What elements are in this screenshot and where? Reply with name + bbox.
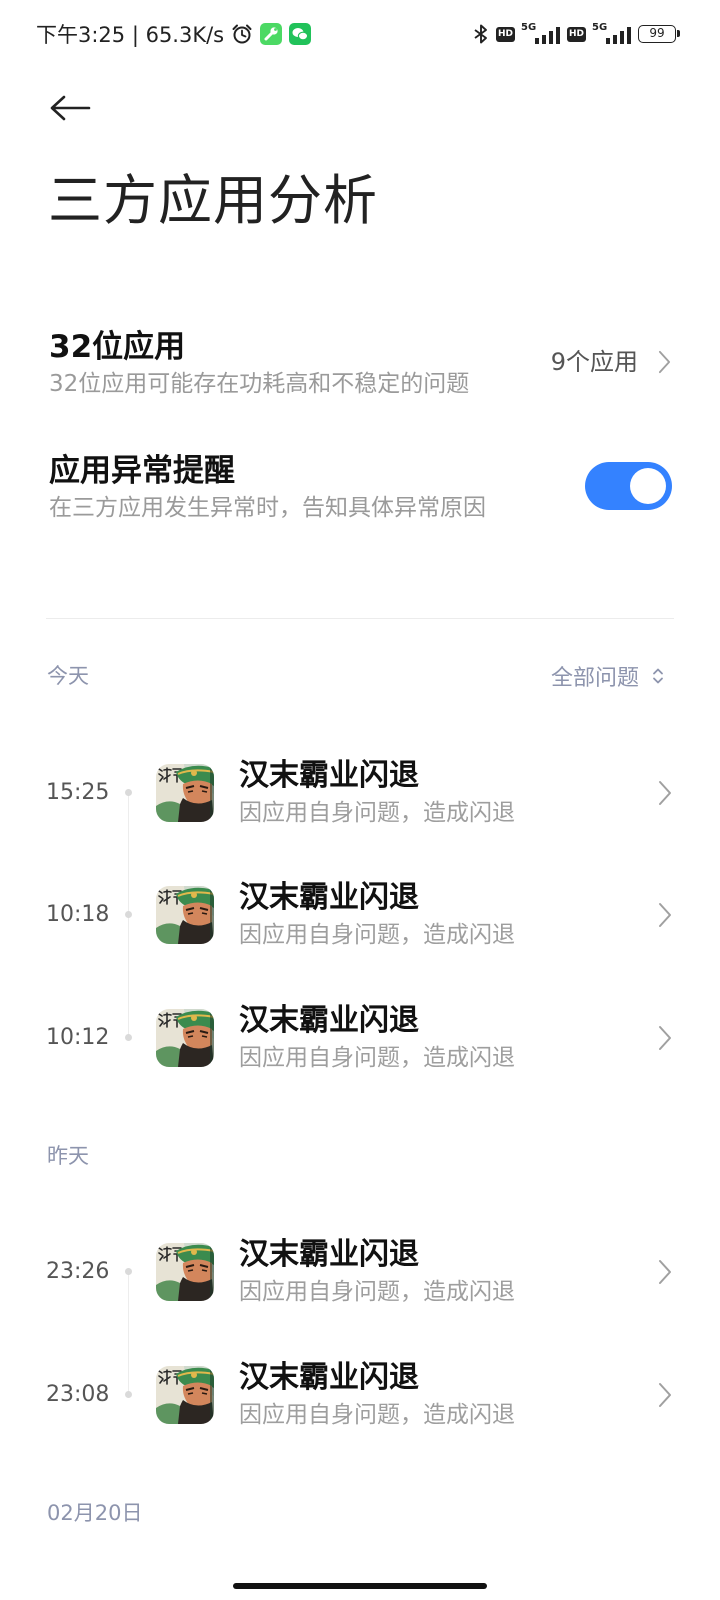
sort-updown-icon xyxy=(653,668,663,684)
page-title: 三方应用分析 xyxy=(48,169,378,232)
filter-label: 全部问题 xyxy=(551,666,640,691)
anomaly-alert-toggle[interactable] xyxy=(585,462,672,510)
crash-reason: 因应用自身问题，造成闪退 xyxy=(239,922,515,948)
crash-time: 10:18 xyxy=(46,902,110,927)
timeline-item[interactable]: 15:25 汉末霸业闪退 因应用自身问题，造成闪退 xyxy=(0,732,720,854)
app-icon-hanmo xyxy=(156,764,214,822)
toggle-knob xyxy=(630,468,666,504)
timeline-dot xyxy=(125,911,132,918)
setting-value: 9个应用 xyxy=(550,348,638,376)
battery-level: 99 xyxy=(649,26,665,40)
wechat-icon xyxy=(289,23,312,45)
setting-subtitle: 32位应用可能存在功耗高和不稳定的问题 xyxy=(49,371,470,397)
timeline-dot xyxy=(125,1268,132,1275)
network-type-sim2: 5G xyxy=(592,22,608,33)
status-right: HD 5G HD 5G 99 xyxy=(472,22,681,45)
app-icon-hanmo xyxy=(156,886,214,944)
timeline-dot xyxy=(125,789,132,796)
app-icon-hanmo xyxy=(156,1009,214,1067)
timeline-dot xyxy=(125,1391,132,1398)
home-indicator xyxy=(233,1583,487,1589)
issue-filter-dropdown[interactable]: 全部问题 xyxy=(551,661,664,691)
setting-32bit-apps[interactable]: 32位应用 32位应用可能存在功耗高和不稳定的问题 9个应用 xyxy=(0,318,720,418)
crash-title: 汉末霸业闪退 xyxy=(239,1360,419,1395)
crash-time: 10:12 xyxy=(46,1025,110,1050)
setting-title: 32位应用 xyxy=(49,329,186,365)
crash-time: 15:25 xyxy=(46,780,110,805)
chevron-right-icon xyxy=(658,1025,672,1051)
crash-title: 汉末霸业闪退 xyxy=(239,1237,419,1272)
crash-time: 23:08 xyxy=(46,1382,110,1407)
crash-title: 汉末霸业闪退 xyxy=(239,758,419,793)
timeline-dot xyxy=(125,1034,132,1041)
chevron-right-icon xyxy=(658,780,672,806)
chevron-right-icon xyxy=(658,1259,672,1285)
crash-reason: 因应用自身问题，造成闪退 xyxy=(239,800,515,826)
group-label-yesterday: 昨天 xyxy=(47,1144,89,1168)
signal-icon-sim2: 5G xyxy=(592,22,632,45)
crash-reason: 因应用自身问题，造成闪退 xyxy=(239,1279,515,1305)
arrow-left-icon[interactable] xyxy=(49,95,91,121)
alarm-icon xyxy=(232,24,252,44)
crash-time: 23:26 xyxy=(46,1259,110,1284)
signal-icon-sim1: 5G xyxy=(520,22,561,45)
chevron-right-icon xyxy=(658,1382,672,1408)
setting-title: 应用异常提醒 xyxy=(49,453,235,489)
timeline-item[interactable]: 10:18 汉末霸业闪退 因应用自身问题，造成闪退 xyxy=(0,854,720,976)
crash-reason: 因应用自身问题，造成闪退 xyxy=(239,1045,515,1071)
crash-title: 汉末霸业闪退 xyxy=(239,1003,419,1038)
hd-badge-sim1: HD xyxy=(495,26,515,42)
toolbox-app-icon xyxy=(260,23,283,45)
setting-subtitle: 在三方应用发生异常时，告知具体异常原因 xyxy=(49,495,486,521)
network-type-sim1: 5G xyxy=(520,22,537,33)
timeline-item[interactable]: 23:08 汉末霸业闪退 因应用自身问题，造成闪退 xyxy=(0,1334,720,1456)
crash-title: 汉末霸业闪退 xyxy=(239,880,419,915)
chevron-right-icon xyxy=(658,350,671,374)
hd-badge-sim2: HD xyxy=(566,26,586,42)
bluetooth-icon xyxy=(474,24,487,44)
timeline-item[interactable]: 23:26 汉末霸业闪退 因应用自身问题，造成闪退 xyxy=(0,1211,720,1333)
group-label-today: 今天 xyxy=(47,664,89,688)
status-left: 下午3:25 | 65.3K/s xyxy=(36,19,312,49)
group-label-date: 02月20日 xyxy=(47,1501,143,1525)
divider xyxy=(46,618,674,619)
setting-anomaly-alert: 应用异常提醒 在三方应用发生异常时，告知具体异常原因 xyxy=(0,440,720,540)
app-icon-hanmo xyxy=(156,1366,214,1424)
crash-reason: 因应用自身问题，造成闪退 xyxy=(239,1402,515,1428)
status-time-speed: 下午3:25 | 65.3K/s xyxy=(36,23,225,47)
battery-icon: 99 xyxy=(638,25,680,43)
chevron-right-icon xyxy=(658,902,672,928)
status-bar: 下午3:25 | 65.3K/s HD 5G HD 5G 99 xyxy=(36,16,681,52)
timeline-item[interactable]: 10:12 汉末霸业闪退 因应用自身问题，造成闪退 xyxy=(0,977,720,1099)
app-icon-hanmo xyxy=(156,1243,214,1301)
